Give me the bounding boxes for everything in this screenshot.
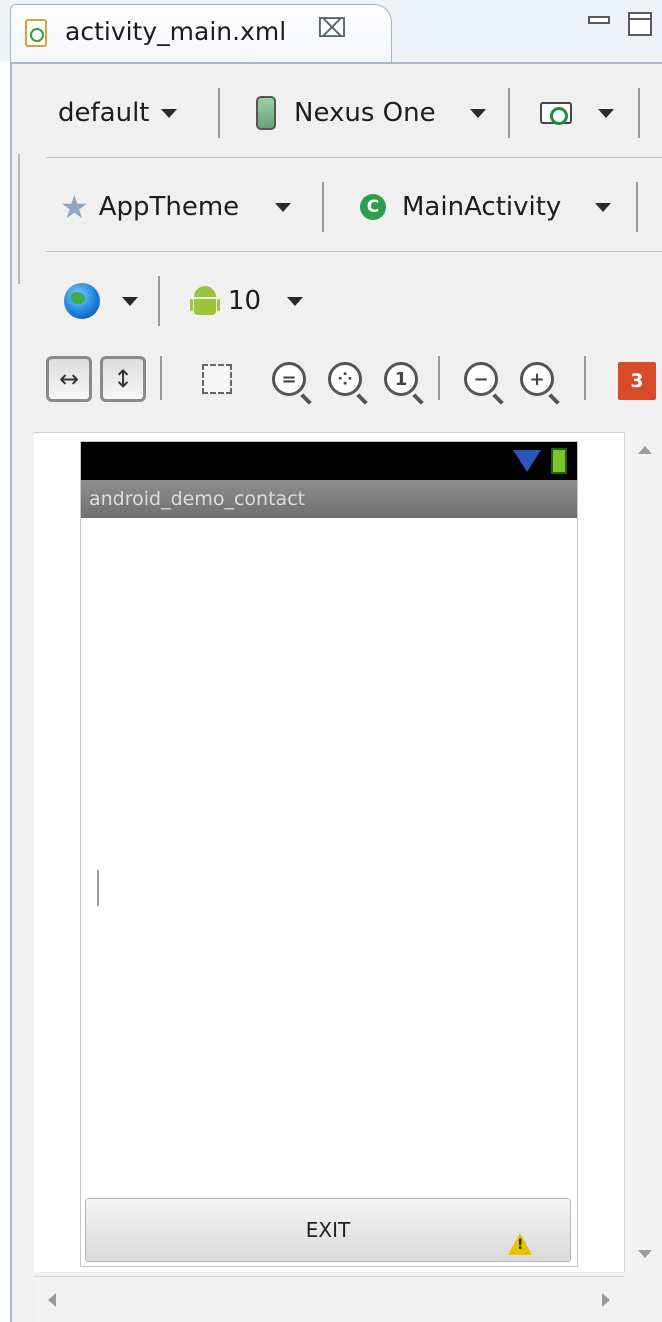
zoom-one-icon: 1 <box>384 362 418 396</box>
app-title-bar: android_demo_contact <box>81 480 577 518</box>
separator <box>508 88 510 138</box>
error-count-badge[interactable]: 3 <box>618 362 656 400</box>
api-level-dropdown[interactable]: 10 <box>190 276 304 326</box>
chevron-down-icon <box>122 296 138 306</box>
maximize-icon[interactable] <box>628 12 652 36</box>
selection-bounds-icon <box>202 364 232 394</box>
separator <box>322 182 324 232</box>
separator <box>584 356 586 400</box>
separator <box>438 356 440 400</box>
layout-editor: default Nexus One ★ AppTheme C MainActiv… <box>10 62 662 1322</box>
xml-layout-file-icon <box>25 19 47 47</box>
chevron-down-icon <box>275 202 292 212</box>
separator <box>636 182 638 232</box>
chevron-down-icon <box>287 296 304 306</box>
exit-button[interactable]: EXIT <box>85 1198 571 1262</box>
star-icon: ★ <box>60 188 89 226</box>
android-icon <box>190 284 220 318</box>
vertical-arrows-icon: ↕ <box>112 365 134 393</box>
zoom-actual-button[interactable]: = <box>266 356 312 402</box>
left-divider <box>12 154 20 284</box>
zoom-in-button[interactable]: + <box>514 356 560 402</box>
edit-text-cursor[interactable] <box>97 870 99 906</box>
scroll-down-icon[interactable] <box>638 1250 652 1258</box>
chevron-down-icon <box>598 108 614 118</box>
show-bounds-button[interactable] <box>194 356 240 402</box>
scroll-left-icon[interactable] <box>48 1293 56 1307</box>
vertical-scrollbar[interactable] <box>624 432 662 1272</box>
device-label: Nexus One <box>294 98 436 128</box>
globe-icon <box>64 283 100 319</box>
zoom-fit-button[interactable]: ⁘ <box>322 356 368 402</box>
zoom-100-button[interactable]: 1 <box>378 356 424 402</box>
fit-height-button[interactable]: ↕ <box>100 356 146 402</box>
scroll-up-icon[interactable] <box>638 446 652 454</box>
fit-width-button[interactable]: ↔ <box>46 356 92 402</box>
theme-dropdown[interactable]: ★ AppTheme <box>60 182 292 232</box>
config-dropdown[interactable]: default <box>58 88 178 138</box>
zoom-fit-icon: ⁘ <box>328 362 362 396</box>
config-toolbar-row: default Nexus One <box>46 88 662 158</box>
tab-close-icon[interactable]: ⌧ <box>317 14 347 44</box>
horizontal-scrollbar[interactable] <box>34 1276 624 1322</box>
locale-api-toolbar-row: 10 <box>46 276 662 346</box>
wifi-signal-icon <box>513 450 541 472</box>
chevron-down-icon <box>469 108 486 118</box>
minimize-icon[interactable] <box>588 16 610 24</box>
zoom-out-button[interactable]: − <box>458 356 504 402</box>
activity-dropdown[interactable]: C MainActivity <box>360 182 612 232</box>
theme-toolbar-row: ★ AppTheme C MainActivity <box>46 182 662 252</box>
locale-dropdown[interactable] <box>64 276 138 326</box>
phone-icon <box>256 96 276 130</box>
api-level-label: 10 <box>228 286 262 316</box>
zoom-equals-icon: = <box>272 362 306 396</box>
activity-label: MainActivity <box>402 192 562 222</box>
activity-content[interactable] <box>85 520 573 1262</box>
chevron-down-icon <box>161 108 178 118</box>
device-dropdown[interactable]: Nexus One <box>256 88 486 138</box>
zoom-in-icon: + <box>520 362 554 396</box>
battery-icon <box>551 448 567 474</box>
zoom-out-icon: − <box>464 362 498 396</box>
horizontal-arrows-icon: ↔ <box>58 365 80 393</box>
tab-title: activity_main.xml <box>65 17 287 46</box>
editor-tab-strip: activity_main.xml ⌧ <box>0 0 662 62</box>
theme-label: AppTheme <box>98 192 240 222</box>
rotate-screen-icon <box>540 102 572 125</box>
tab-activity-main[interactable]: activity_main.xml ⌧ <box>10 4 392 62</box>
separator <box>160 356 162 400</box>
device-preview: android_demo_contact EXIT <box>80 441 578 1267</box>
layout-canvas[interactable]: android_demo_contact EXIT <box>34 432 624 1272</box>
separator <box>158 276 160 326</box>
separator <box>638 88 640 138</box>
warning-icon[interactable] <box>508 1233 532 1255</box>
device-status-bar <box>81 442 577 480</box>
separator <box>218 88 220 138</box>
activity-class-icon: C <box>360 194 386 220</box>
config-label: default <box>58 98 150 128</box>
chevron-down-icon <box>595 202 612 212</box>
zoom-toolbar-row: ↔ ↕ = ⁘ 1 − + 3 <box>46 356 662 416</box>
scroll-right-icon[interactable] <box>602 1293 610 1307</box>
orientation-dropdown[interactable] <box>540 88 614 138</box>
